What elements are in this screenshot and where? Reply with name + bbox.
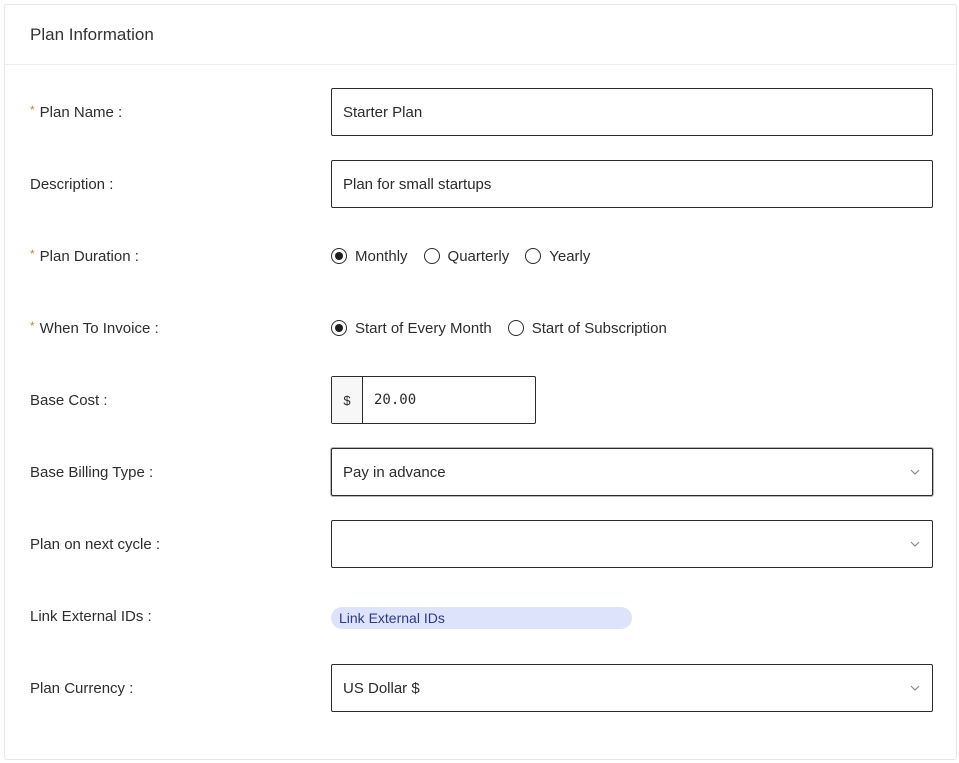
plan-currency-row: Plan Currency : US Dollar $ (30, 664, 933, 712)
card-header: Plan Information (5, 5, 956, 65)
required-marker: * (30, 319, 35, 333)
plan-currency-select[interactable]: US Dollar $ (331, 664, 933, 712)
radio-unchecked-icon[interactable] (423, 248, 440, 264)
plan-next-cycle-label: Plan on next cycle : (30, 535, 161, 553)
chevron-down-icon (910, 541, 920, 547)
plan-duration-row: * Plan Duration : Monthly Quarterly Year… (30, 232, 933, 280)
link-external-ids-button[interactable]: Link External IDs (331, 607, 632, 629)
plan-next-cycle-row: Plan on next cycle : (30, 520, 933, 568)
required-marker: * (30, 247, 35, 261)
radio-unchecked-icon[interactable] (525, 248, 542, 264)
plan-name-label: Plan Name : (39, 103, 123, 121)
description-input[interactable]: Plan for small startups (331, 160, 933, 208)
chevron-down-icon (910, 685, 920, 691)
chevron-down-icon (910, 469, 920, 475)
radio-checked-icon[interactable] (331, 320, 347, 336)
radio-monthly[interactable]: Monthly (331, 248, 408, 265)
plan-next-cycle-select[interactable] (331, 520, 933, 568)
plan-currency-label: Plan Currency : (30, 679, 134, 697)
plan-name-input[interactable]: Starter Plan (331, 88, 933, 136)
plan-duration-label: Plan Duration : (39, 247, 139, 265)
required-marker: * (30, 103, 35, 117)
radio-unchecked-icon[interactable] (507, 320, 524, 336)
currency-prefix: $ (332, 377, 363, 423)
base-cost-field: $ 20.00 (331, 376, 536, 424)
card-title: Plan Information (30, 24, 154, 44)
when-to-invoice-label: When To Invoice : (39, 319, 159, 337)
plan-information-card: Plan Information * Plan Name : Starter P… (4, 4, 957, 760)
link-external-ids-row: Link External IDs : Link External IDs (30, 592, 933, 640)
select-value: Pay in advance (343, 463, 446, 481)
radio-quarterly[interactable]: Quarterly (423, 248, 509, 265)
base-cost-input[interactable]: 20.00 (363, 377, 535, 423)
base-cost-label: Base Cost : (30, 391, 108, 409)
base-billing-type-row: Base Billing Type : Pay in advance (30, 448, 933, 496)
plan-name-row: * Plan Name : Starter Plan (30, 88, 933, 136)
base-billing-type-label: Base Billing Type : (30, 463, 154, 481)
radio-start-of-every-month[interactable]: Start of Every Month (331, 320, 492, 337)
when-to-invoice-row: * When To Invoice : Start of Every Month… (30, 304, 933, 352)
description-row: Description : Plan for small startups (30, 160, 933, 208)
radio-checked-icon[interactable] (331, 248, 347, 264)
plan-duration-radio-group: Monthly Quarterly Yearly (331, 248, 606, 265)
link-external-ids-label: Link External IDs : (30, 607, 152, 625)
radio-yearly[interactable]: Yearly (525, 248, 590, 265)
radio-start-of-subscription[interactable]: Start of Subscription (507, 320, 667, 337)
base-billing-type-select[interactable]: Pay in advance (331, 448, 933, 496)
select-value: US Dollar $ (343, 679, 420, 697)
when-to-invoice-radio-group: Start of Every Month Start of Subscripti… (331, 320, 683, 337)
base-cost-row: Base Cost : $ 20.00 (30, 376, 933, 424)
description-label: Description : (30, 175, 114, 193)
